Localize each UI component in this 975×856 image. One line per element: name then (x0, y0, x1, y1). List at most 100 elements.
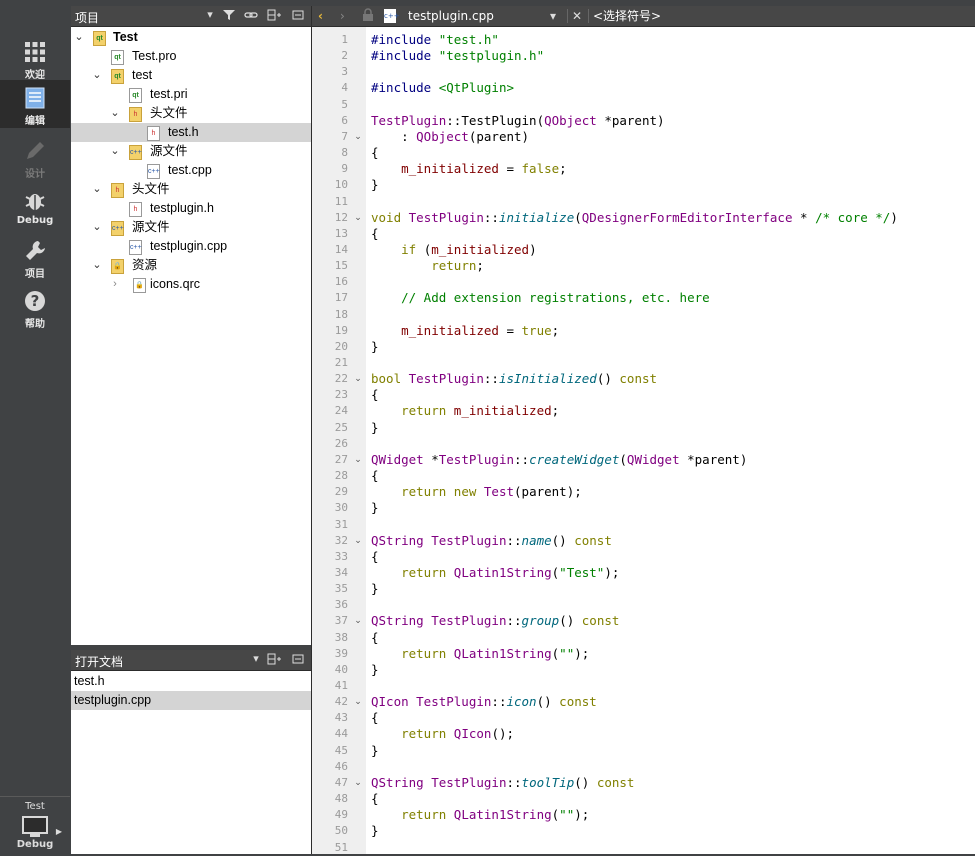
code-token: { (371, 710, 379, 726)
code-token: TestPlugin (438, 451, 515, 467)
link-icon[interactable] (244, 8, 258, 22)
mode-edit[interactable]: 编辑 (0, 80, 70, 128)
mode-help[interactable]: ? 帮助 (0, 283, 70, 331)
view-dropdown-icon[interactable]: ▾ (249, 652, 263, 666)
expand-chevron-icon[interactable]: ⌄ (109, 142, 121, 161)
tree-item-testplugin-h[interactable]: h testplugin.h (71, 199, 311, 218)
code-token: () (596, 371, 620, 387)
code-line: return new Test(parent); (371, 484, 582, 500)
line-number: 20 (334, 339, 348, 353)
expand-chevron-icon[interactable]: ⌄ (91, 66, 103, 85)
mode-projects[interactable]: 项目 (0, 233, 70, 281)
code-token: :: (514, 451, 530, 467)
kit-selector[interactable]: Test ▶ Debug (0, 796, 70, 855)
line-number: 30 (334, 501, 348, 515)
fold-marker-icon[interactable]: ⌄ (352, 371, 364, 387)
code-token: TestPlugin (431, 774, 507, 790)
tree-item-resources[interactable]: ⌄ 🔒 资源 (71, 256, 311, 275)
code-line: // Add extension registrations, etc. her… (371, 290, 710, 306)
expand-chevron-icon[interactable]: ⌄ (109, 104, 121, 123)
tree-item-test-pri[interactable]: qt test.pri (71, 85, 311, 104)
code-token: TestPlugin (431, 532, 507, 548)
fold-marker-icon[interactable]: ⌄ (352, 210, 364, 226)
resource-folder-icon: 🔒 (111, 259, 124, 274)
tree-label: Test.pro (132, 49, 177, 63)
subproject-folder-icon: qt (111, 69, 124, 84)
project-tree: ⌄ qt Test qt Test.pro ⌄ qt test qt test.… (71, 27, 311, 645)
kit-project-label: Test (25, 801, 45, 812)
code-token: QIcon (371, 694, 417, 710)
view-dropdown-icon[interactable]: ▾ (203, 8, 217, 22)
code-token: "test.h" (438, 32, 499, 47)
fold-marker-icon[interactable]: ⌄ (352, 694, 364, 710)
mode-welcome[interactable]: 欢迎 (0, 38, 70, 86)
expand-chevron-icon[interactable]: ⌄ (73, 28, 85, 47)
fold-marker-icon[interactable]: ⌄ (352, 533, 364, 549)
code-token: return (401, 645, 454, 661)
current-file-name[interactable]: testplugin.cpp (408, 8, 494, 24)
code-token: } (371, 500, 379, 516)
fold-marker-icon[interactable]: ⌄ (352, 613, 364, 629)
line-number: 31 (334, 517, 348, 531)
code-line: { (371, 226, 379, 242)
collapse-chevron-icon[interactable]: › (109, 275, 121, 294)
filter-icon[interactable] (222, 8, 236, 22)
expand-chevron-icon[interactable]: ⌄ (91, 256, 103, 275)
mode-design[interactable]: 设计 (0, 133, 70, 181)
split-icon[interactable] (267, 652, 281, 666)
line-number: 2 (341, 49, 348, 63)
code-token: "" (559, 645, 575, 661)
code-token: const (559, 694, 597, 710)
file-dropdown-icon[interactable]: ▾ (550, 8, 556, 24)
code-token: *parent) (679, 451, 748, 467)
split-icon[interactable] (267, 8, 281, 22)
line-number: 4 (341, 81, 348, 95)
close-pane-icon[interactable] (291, 8, 305, 22)
code-token: { (371, 145, 379, 160)
code-token: ; (476, 258, 484, 274)
line-number: 39 (334, 646, 348, 660)
code-line: } (371, 662, 379, 678)
close-file-icon[interactable]: ✕ (572, 8, 582, 24)
mode-help-label: 帮助 (25, 319, 45, 330)
tree-item-headers-root[interactable]: ⌄ h 头文件 (71, 180, 311, 199)
code-token: * (792, 209, 816, 225)
fold-marker-icon[interactable]: ⌄ (352, 452, 364, 468)
tree-item-testplugin-cpp[interactable]: c++ testplugin.cpp (71, 237, 311, 256)
symbol-selector[interactable]: <选择符号> (593, 8, 661, 24)
tree-item-test-folder[interactable]: ⌄ qt test (71, 66, 311, 85)
tree-item-test-cpp[interactable]: c++ test.cpp (71, 161, 311, 180)
code-editor[interactable]: #include "test.h" #include "testplugin.h"… (366, 27, 975, 854)
expand-chevron-icon[interactable]: ⌄ (91, 218, 103, 237)
back-arrow-icon[interactable]: ‹ (318, 8, 323, 24)
open-docs-list: test.h testplugin.cpp (71, 671, 311, 854)
line-number: 43 (334, 711, 348, 725)
code-line: bool TestPlugin::isInitialized() const (371, 371, 657, 387)
line-number: 33 (334, 549, 348, 563)
close-pane-icon[interactable] (291, 652, 305, 666)
open-doc-item[interactable]: testplugin.cpp (71, 691, 311, 710)
forward-arrow-icon[interactable]: › (340, 8, 345, 24)
code-token: Test (483, 484, 515, 500)
line-number: 9 (341, 162, 348, 176)
tree-item-icons-qrc[interactable]: › 🔒 icons.qrc (71, 275, 311, 294)
tree-label: 头文件 (150, 106, 188, 120)
line-number-gutter: 1 2 3 4 5 6 7 ⌄ 8 9 10 11 12 ⌄ 13 14 15 16 17 18 19 20 21 22 ⌄ 23… (312, 27, 366, 854)
code-token: :: (491, 694, 507, 710)
open-doc-item[interactable]: test.h (71, 672, 311, 691)
mode-debug[interactable]: Debug (0, 183, 70, 231)
code-line: return m_initialized; (371, 403, 559, 419)
tree-item-test-project[interactable]: ⌄ qt Test (71, 28, 311, 47)
tree-item-test-h[interactable]: h test.h (71, 123, 311, 142)
code-token: QIcon (453, 726, 492, 742)
expand-chevron-icon[interactable]: ⌄ (91, 180, 103, 199)
code-token: icon (506, 694, 537, 710)
tree-item-sources-root[interactable]: ⌄ c++ 源文件 (71, 218, 311, 237)
tree-item-sources[interactable]: ⌄ c++ 源文件 (71, 142, 311, 161)
tree-item-test-pro[interactable]: qt Test.pro (71, 47, 311, 66)
tree-item-headers[interactable]: ⌄ h 头文件 (71, 104, 311, 123)
fold-marker-icon[interactable]: ⌄ (352, 775, 364, 791)
line-number: 27 (334, 452, 348, 466)
fold-marker-icon[interactable]: ⌄ (352, 129, 364, 145)
code-token: isInitialized (498, 371, 597, 387)
